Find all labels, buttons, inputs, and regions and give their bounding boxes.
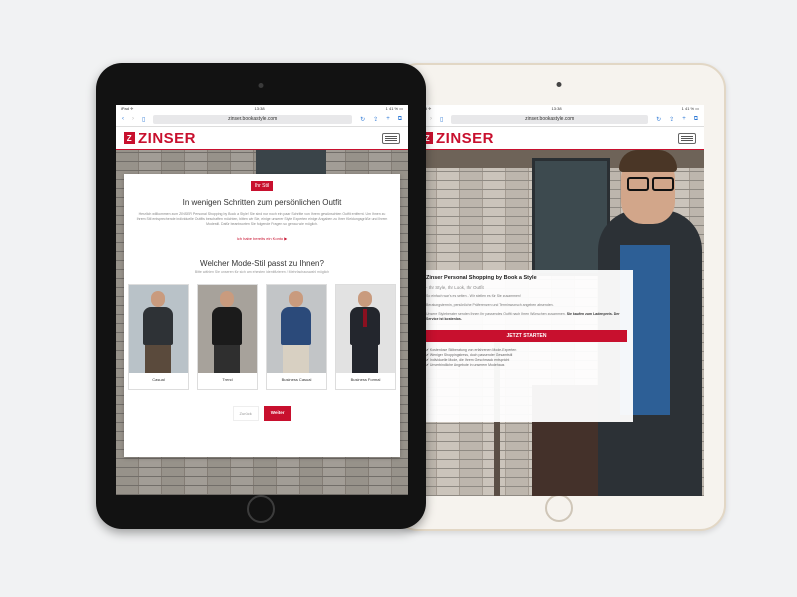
modal-actions: Zurück Weiter [124,406,400,421]
browser-toolbar: ‹ › ▯ zinser.bookastyle.com ↻ ⇪ + ⧉ [116,112,408,127]
back-button[interactable]: Zurück [232,406,259,421]
status-right: 1 41 % ▭ [681,106,699,111]
back-icon[interactable]: ‹ [122,116,124,122]
right-screen: iPad ✈ 13:38 1 41 % ▭ ‹ › ▯ zinser.booka… [414,105,704,496]
site-header: Z ZINSER [116,127,408,151]
url-text: zinser.bookastyle.com [228,116,278,122]
modal-intro: Herzlich willkommen zum ZINSER Personal … [136,212,388,226]
status-bar: iPad ✈ 13:38 1 41 % ▭ [414,105,704,112]
logo-text: ZINSER [138,129,197,147]
zinser-logo[interactable]: Z ZINSER [124,130,196,147]
address-bar[interactable]: zinser.bookastyle.com [451,114,649,124]
info-card: Zinser Personal Shopping by Book a Style… [420,270,633,422]
info-text-1: So einfach war's es selten - Wir stellen… [426,294,521,298]
style-options: Casual Trend Business Casual Business Fo… [124,284,400,390]
style-label: Business Casual [281,377,312,382]
tabs-icon[interactable]: ⧉ [694,116,698,123]
status-bar: iPad ✈ 13:38 1 41 % ▭ [116,105,408,112]
start-button[interactable]: JETZT STARTEN [426,330,627,342]
question-subtitle: Bitte wählen Sie unseren für sich am ehe… [194,270,330,274]
account-link[interactable]: Ich habe bereits ein Konto ▶ [124,236,400,241]
home-button[interactable] [545,494,573,522]
tabs-icon[interactable]: ⧉ [398,116,402,123]
front-camera [556,82,562,87]
business-formal-photo [336,285,395,373]
status-time: 13:38 [551,106,562,111]
zinser-logo[interactable]: Z ZINSER [422,130,494,147]
site-header: Z ZINSER [414,127,704,151]
next-button[interactable]: Weiter [263,406,292,421]
right-ipad: iPad ✈ 13:38 1 41 % ▭ ‹ › ▯ zinser.booka… [392,63,726,531]
benefits-list: Kostenlose Stilberatung von erfahrenen M… [426,348,627,368]
style-card-casual[interactable]: Casual [128,284,189,390]
forward-icon[interactable]: › [430,116,432,122]
style-label: Casual [152,377,165,382]
style-label: Trend [222,377,233,382]
forward-icon[interactable]: › [132,116,134,122]
logo-text: ZINSER [436,129,495,147]
bookmarks-icon[interactable]: ▯ [440,116,443,123]
share-icon[interactable]: ⇪ [373,116,378,123]
left-ipad: iPad ✈ 13:38 1 41 % ▭ ‹ › ▯ zinser.booka… [96,63,426,529]
status-left: iPad ✈ [121,106,134,111]
trend-photo [198,285,257,373]
new-tab-icon[interactable]: + [682,116,686,122]
casual-photo [129,285,188,373]
reload-icon[interactable]: ↻ [656,116,661,123]
left-screen: iPad ✈ 13:38 1 41 % ▭ ‹ › ▯ zinser.booka… [116,105,408,495]
step-tag: Ihr Stil [250,181,274,191]
menu-icon[interactable] [678,132,696,144]
info-text-2: Beratungstermin, persönliche Präferenzen… [426,303,554,307]
url-text: zinser.bookastyle.com [525,116,575,122]
address-bar[interactable]: zinser.bookastyle.com [153,114,353,124]
page-background: Ihr Stil In wenigen Schritten zum persön… [116,150,408,495]
bookmarks-icon[interactable]: ▯ [142,116,145,123]
logo-mark: Z [124,132,135,144]
info-text-3-normal: Unsere Styleberater senden Ihnen Ihr pas… [426,312,566,316]
style-label: Business Formal [350,377,381,382]
menu-icon[interactable] [382,132,400,144]
info-title: Zinser Personal Shopping by Book a Style [426,275,537,281]
model-hair [619,150,677,172]
glasses-icon [627,177,649,191]
status-right: 1 41 % ▭ [385,106,403,111]
reload-icon[interactable]: ↻ [360,116,365,123]
question-title: Welcher Mode-Stil passt zu Ihnen? [200,259,324,268]
hero-area: Zinser Personal Shopping by Book a Style… [414,150,704,496]
new-tab-icon[interactable]: + [386,116,390,122]
style-card-trend[interactable]: Trend [197,284,258,390]
info-text-3: Unsere Styleberater senden Ihnen Ihr pas… [426,312,627,322]
style-quiz-modal: Ihr Stil In wenigen Schritten zum persön… [124,174,400,457]
front-camera [258,83,264,88]
business-casual-photo [267,285,326,373]
browser-toolbar: ‹ › ▯ zinser.bookastyle.com ↻ ⇪ + ⧉ [414,112,704,127]
share-icon[interactable]: ⇪ [669,116,674,123]
style-card-business-formal[interactable]: Business Formal [335,284,396,390]
home-button[interactable] [247,495,275,523]
glasses-lens-icon [652,177,674,191]
info-subtitle: - Ihr Style, Ihr Look, Ihr Outfit [426,285,484,290]
status-time: 13:38 [254,106,265,111]
style-card-business-casual[interactable]: Business Casual [266,284,327,390]
modal-title: In wenigen Schritten zum persönlichen Ou… [182,198,342,207]
benefit-item: Unverbindliche Angebote in unserem Modeh… [426,363,627,368]
